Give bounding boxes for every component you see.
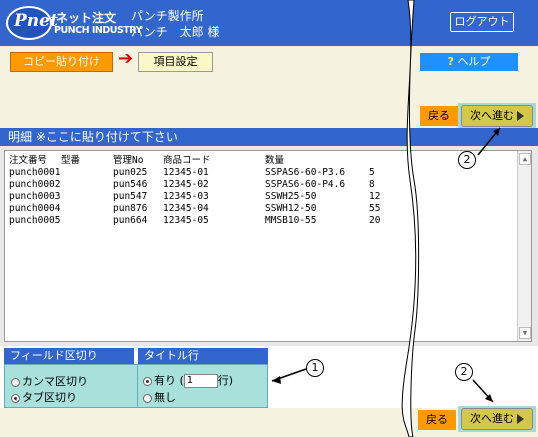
cell: 12345-03 (163, 191, 209, 202)
help-label: ヘルプ (457, 55, 491, 68)
detail-title: 明細 ※ここに貼り付けて下さい (0, 128, 538, 146)
play-icon (517, 414, 524, 424)
next-button-top[interactable]: 次へ進む (461, 105, 533, 127)
cell: 12345-02 (163, 179, 209, 190)
app-header: Pnet ネット注文 PUNCH INDUSTRY パンチ製作所 パンチ 太郎 … (0, 0, 538, 46)
help-icon: ? (447, 55, 454, 68)
radio-tab-label: タブ区切り (22, 391, 77, 404)
user-name: パンチ 太郎 様 (131, 25, 220, 39)
radio-title-no-circle[interactable] (143, 393, 152, 403)
cell: 20 (369, 215, 381, 226)
radio-tab[interactable]: タブ区切り (11, 389, 77, 405)
cell: 12345-01 (163, 167, 209, 178)
cell: 55 (369, 203, 381, 214)
paste-textarea[interactable]: 注文番号 型番 管理No 商品コード 数量 punch0001 pun025 1… (4, 150, 532, 342)
radio-title-yes-circle[interactable] (143, 376, 152, 386)
table-row: punch0001 pun025 12345-01 SSPAS6-60-P3.6… (9, 167, 375, 179)
col-product-code: 商品コード (163, 155, 211, 166)
back-button-top[interactable]: 戻る (420, 106, 458, 126)
field-sep-header: フィールド区切り (4, 348, 134, 364)
col-order-no: 注文番号 (9, 155, 48, 166)
table-header-row: 注文番号 型番 管理No 商品コード 数量 (9, 155, 284, 167)
options-divider (137, 365, 138, 407)
page-break-line (401, 0, 420, 437)
next-button-bottom[interactable]: 次へ進む (461, 408, 533, 430)
cell: pun025 (113, 167, 148, 178)
cell: 12 (369, 191, 381, 202)
annotation-arrow-1 (271, 368, 307, 382)
cell: pun664 (113, 215, 148, 226)
cell: 12345-05 (163, 215, 209, 226)
cell: 8 (369, 179, 375, 190)
cell: 12345-04 (163, 203, 209, 214)
col-quantity: 数量 (265, 155, 285, 166)
radio-comma-label: カンマ区切り (22, 375, 88, 388)
radio-comma-circle[interactable] (11, 377, 20, 387)
scroll-up-icon[interactable]: ▲ (519, 153, 531, 165)
next-button-bottom-wrap: 次へ進む (458, 406, 536, 432)
cell: punch0005 (9, 215, 61, 226)
help-button[interactable]: ? ヘルプ (420, 53, 518, 71)
annotation-arrowhead-2-bottom (485, 394, 493, 402)
cell: SSWH25-50 (265, 191, 317, 202)
cell: punch0002 (9, 179, 61, 190)
table-row: punch0002 pun546 12345-02 SSPAS6-60-P4.6… (9, 179, 375, 191)
cell: punch0001 (9, 167, 61, 178)
logo-script-text: Pnet (14, 11, 58, 31)
cell: SSWH12-50 (265, 203, 317, 214)
play-icon (517, 111, 524, 121)
cell: punch0004 (9, 203, 61, 214)
logout-button[interactable]: ログアウト (450, 12, 514, 32)
next-label: 次へ進む (470, 412, 514, 425)
radio-comma[interactable]: カンマ区切り (11, 373, 88, 389)
cell: 5 (369, 167, 375, 178)
radio-title-no[interactable]: 無し (143, 389, 176, 405)
detail-frame: 注文番号 型番 管理No 商品コード 数量 punch0001 pun025 1… (0, 146, 538, 346)
radio-tab-circle[interactable] (11, 393, 20, 403)
cell: punch0003 (9, 191, 61, 202)
logo-jp-text: ネット注文 (56, 11, 117, 25)
title-row-header: タイトル行 (138, 348, 268, 364)
next-label: 次へ進む (470, 109, 514, 122)
annotation-arrow-2-bottom (472, 379, 494, 403)
annotation-marker-2-bottom: 2 (455, 363, 473, 381)
options-panel: カンマ区切り タブ区切り 有り (1 行) 無し (4, 364, 268, 408)
textarea-scrollbar[interactable]: ▲ ▼ (517, 151, 531, 341)
col-model: 型番 (61, 155, 81, 166)
annotation-arrowhead-1 (272, 376, 281, 384)
step-arrow-icon: ➔ (118, 48, 134, 69)
logo: Pnet ネット注文 PUNCH INDUSTRY (6, 6, 142, 40)
step-field-settings: 項目設定 (138, 52, 213, 72)
step-copy-paste: コピー貼り付け (10, 52, 113, 72)
radio-title-yes-suffix: 行) (217, 374, 234, 387)
step-bar: コピー貼り付け ➔ 項目設定 ? ヘルプ (0, 46, 538, 76)
company-name: パンチ製作所 (131, 9, 204, 23)
cell: MMSB10-55 (265, 215, 317, 226)
cell: pun546 (113, 179, 148, 190)
radio-title-no-label: 無し (154, 391, 176, 404)
title-rows-input[interactable]: 1 (183, 374, 218, 388)
col-mgmt-no: 管理No (113, 155, 144, 166)
radio-title-yes[interactable]: 有り (1 行) (143, 372, 233, 388)
cell: pun876 (113, 203, 148, 214)
table-row: punch0005 pun664 12345-05 MMSB10-55 20 (9, 215, 380, 227)
scroll-down-icon[interactable]: ▼ (519, 327, 531, 339)
next-button-top-wrap: 次へ進む (458, 103, 536, 129)
table-row: punch0004 pun876 12345-04 SSWH12-50 55 (9, 203, 380, 215)
cell: SSPAS6-60-P3.6 (265, 167, 346, 178)
cell: pun547 (113, 191, 148, 202)
logo-en-text: PUNCH INDUSTRY (54, 25, 142, 36)
annotation-marker-2-top: 2 (458, 151, 476, 169)
table-row: punch0003 pun547 12345-03 SSWH25-50 12 (9, 191, 380, 203)
cell: SSPAS6-60-P4.6 (265, 179, 346, 190)
radio-title-yes-label: 有り ( (154, 374, 184, 387)
annotation-marker-1: 1 (306, 359, 324, 377)
